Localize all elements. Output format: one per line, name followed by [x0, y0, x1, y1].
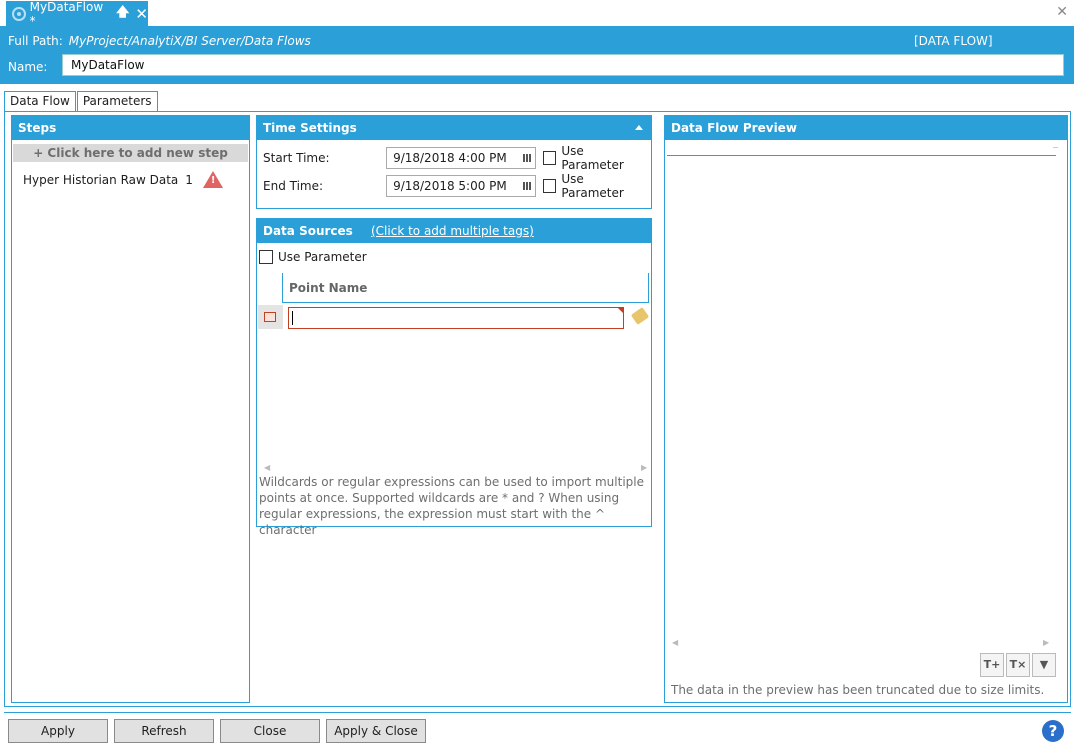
end-use-parameter-checkbox[interactable] [542, 179, 557, 193]
data-sources-use-parameter-checkbox[interactable] [259, 250, 273, 264]
add-column-icon[interactable]: T+ [980, 653, 1004, 677]
steps-panel: Steps + Click here to add new step Hyper… [11, 115, 250, 703]
preview-scroll-left-icon[interactable]: ◀ [672, 638, 678, 647]
filter-icon[interactable]: ▼ [1032, 653, 1056, 677]
full-path-value: MyProject/AnalytiX/BI Server/Data Flows [68, 34, 311, 48]
error-row-icon [264, 312, 276, 322]
point-name-column-header[interactable]: Point Name [282, 273, 649, 303]
tab-parameters[interactable]: Parameters [76, 91, 158, 111]
preview-scroll-right-icon[interactable]: ▶ [1043, 638, 1049, 647]
name-label: Name: [8, 60, 48, 74]
data-flow-preview-panel: Data Flow Preview ◀ ▶ T+ T× ▼ The data i… [664, 115, 1068, 703]
remove-column-icon[interactable]: T× [1006, 653, 1030, 677]
start-time-picker[interactable]: 9/18/2018 4:00 PM [386, 147, 536, 169]
end-time-row: End Time: 9/18/2018 5:00 PM Use Paramete… [263, 172, 648, 200]
add-multiple-tags-link[interactable]: (Click to add multiple tags) [371, 224, 534, 238]
name-input[interactable]: MyDataFlow [62, 54, 1064, 76]
calendar-icon[interactable] [522, 182, 531, 190]
object-kind: [DATA FLOW] [914, 34, 993, 48]
time-settings-panel: Time Settings Start Time: 9/18/2018 4:00… [256, 115, 652, 209]
window-close-icon[interactable]: ✕ [1056, 4, 1068, 20]
gear-icon [12, 6, 26, 21]
pin-icon[interactable]: 🡅 [116, 3, 129, 25]
start-time-value: 9/18/2018 4:00 PM [393, 151, 507, 165]
apply-button[interactable]: Apply [8, 719, 108, 743]
close-tab-icon[interactable]: ✕ [135, 5, 148, 23]
warning-icon [202, 171, 223, 188]
end-time-picker[interactable]: 9/18/2018 5:00 PM [386, 175, 536, 197]
collapse-icon[interactable] [635, 125, 643, 130]
time-settings-title-text: Time Settings [263, 121, 357, 135]
data-sources-use-parameter-label: Use Parameter [278, 250, 367, 264]
data-sources-title: Data Sources (Click to add multiple tags… [257, 219, 651, 243]
header: Full Path: MyProject/AnalytiX/BI Server/D… [0, 26, 1074, 84]
start-time-label: Start Time: [263, 151, 330, 165]
apply-close-button[interactable]: Apply & Close [326, 719, 426, 743]
time-settings-title: Time Settings [257, 116, 651, 140]
point-grid: Point Name [257, 273, 650, 333]
start-use-parameter-checkbox[interactable] [542, 151, 557, 165]
data-sources-title-text: Data Sources [263, 224, 353, 238]
preview-title: Data Flow Preview [665, 116, 1067, 140]
tag-browse-icon[interactable] [630, 307, 650, 325]
step-item-count: 1 [185, 172, 193, 187]
document-tab[interactable]: MyDataFlow * 🡅 ✕ [6, 0, 148, 28]
end-time-value: 9/18/2018 5:00 PM [393, 179, 507, 193]
step-item[interactable]: Hyper Historian Raw Data 1 [23, 171, 223, 188]
data-sources-panel: Data Sources (Click to add multiple tags… [256, 218, 652, 537]
start-use-parameter-label: Use Parameter [561, 144, 624, 172]
point-name-input[interactable] [288, 307, 624, 329]
document-tabstrip: MyDataFlow * 🡅 ✕ ✕ [0, 0, 1074, 28]
view-tabs: Data Flow Parameters [4, 91, 159, 112]
document-tab-title: MyDataFlow * [29, 0, 104, 28]
step-item-label: Hyper Historian Raw Data [23, 172, 179, 187]
row-header[interactable] [258, 305, 283, 329]
tab-data-flow[interactable]: Data Flow [4, 91, 76, 112]
data-sources-use-parameter: Use Parameter [259, 250, 367, 264]
close-button[interactable]: Close [220, 719, 320, 743]
refresh-button[interactable]: Refresh [114, 719, 214, 743]
wildcard-hint: Wildcards or regular expressions can be … [259, 475, 644, 537]
calendar-icon[interactable] [522, 154, 531, 162]
preview-divider [1053, 147, 1058, 148]
steps-title: Steps [12, 116, 249, 140]
scroll-right-icon[interactable]: ▶ [641, 463, 647, 472]
truncated-note: The data in the preview has been truncat… [671, 683, 1045, 697]
help-icon[interactable]: ? [1042, 720, 1064, 742]
full-path-label: Full Path: [8, 34, 63, 48]
scroll-left-icon[interactable]: ◀ [264, 463, 270, 472]
footer-divider [4, 712, 1071, 713]
end-use-parameter-label: Use Parameter [561, 172, 624, 200]
add-step-button[interactable]: + Click here to add new step [13, 144, 248, 162]
preview-toolbar: T+ T× ▼ [980, 653, 1058, 677]
end-time-label: End Time: [263, 179, 324, 193]
full-path: Full Path: MyProject/AnalytiX/BI Server/D… [8, 34, 311, 48]
preview-grid-header [667, 155, 1056, 156]
start-time-row: Start Time: 9/18/2018 4:00 PM Use Parame… [263, 144, 648, 172]
